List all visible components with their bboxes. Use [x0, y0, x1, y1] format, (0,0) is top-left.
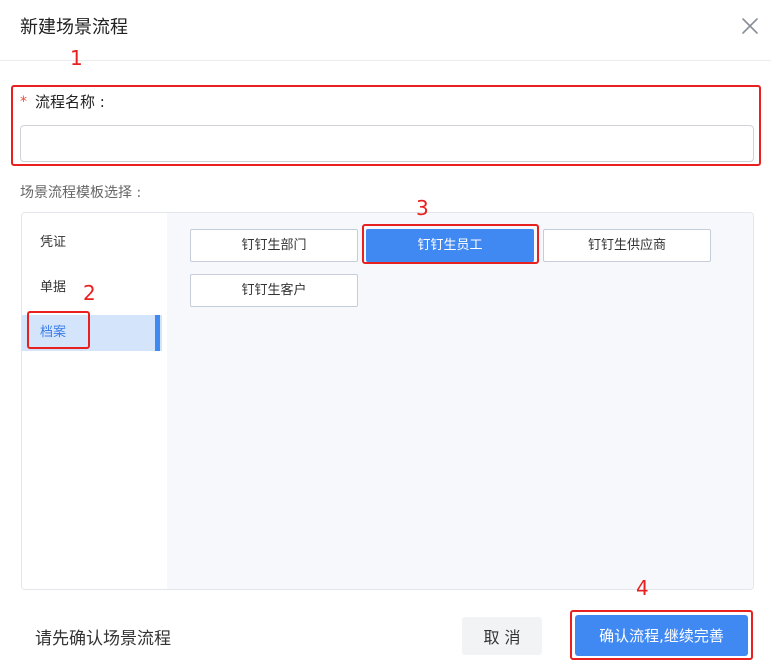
template-category-nav: 凭证 单据 档案 — [22, 213, 167, 589]
template-panel: 凭证 单据 档案 钉钉生部门 钉钉生员工 钉钉生供应商 钉钉生客户 — [21, 212, 754, 590]
sidebar-item-voucher[interactable]: 凭证 — [22, 225, 162, 261]
template-dingtalk-customer[interactable]: 钉钉生客户 — [190, 274, 358, 307]
required-star: * — [20, 94, 27, 110]
annotation-number-2: 2 — [83, 281, 96, 305]
footer-hint: 请先确认场景流程 — [35, 629, 171, 649]
annotation-number-4: 4 — [636, 576, 649, 600]
flow-name-input[interactable] — [20, 125, 754, 162]
annotation-number-3: 3 — [416, 196, 429, 220]
annotation-box-4 — [570, 610, 753, 660]
close-icon[interactable] — [738, 14, 762, 38]
template-dingtalk-department[interactable]: 钉钉生部门 — [190, 229, 358, 262]
template-dingtalk-supplier[interactable]: 钉钉生供应商 — [543, 229, 711, 262]
annotation-box-3 — [362, 224, 539, 264]
annotation-box-2 — [27, 311, 90, 349]
flow-name-label: 流程名称 : — [35, 93, 105, 111]
cancel-button[interactable]: 取 消 — [462, 617, 542, 655]
header-divider — [0, 60, 771, 61]
active-indicator-bar — [155, 315, 160, 351]
annotation-number-1: 1 — [70, 46, 83, 70]
template-select-label: 场景流程模板选择 : — [20, 185, 142, 201]
template-list: 钉钉生部门 钉钉生员工 钉钉生供应商 钉钉生客户 — [167, 213, 753, 589]
dialog-title: 新建场景流程 — [20, 17, 128, 38]
